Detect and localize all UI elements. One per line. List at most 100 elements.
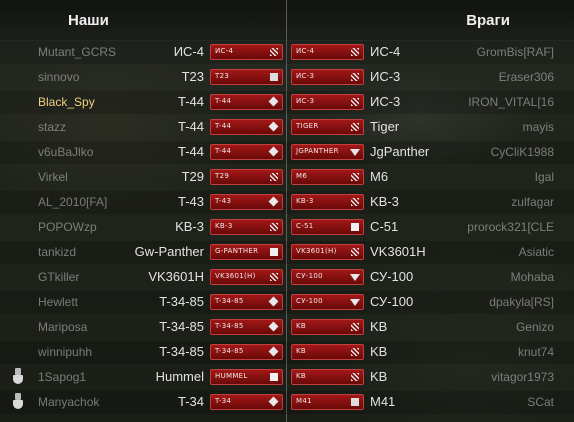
player-name[interactable]: Mohaba (511, 270, 554, 284)
player-name[interactable]: zulfagar (511, 195, 554, 209)
tank-badge-label: KB (296, 372, 306, 380)
roster-row: 1Sapog1 Hummel HUMMEL vitagor1973 KB KB (0, 365, 574, 390)
tank-badge-label: T-34-85 (215, 322, 244, 330)
td-icon (350, 299, 360, 306)
roster-row: sinnovo T23 T23 Eraser306 ИС-3 ИС-3 (0, 65, 574, 90)
player-name[interactable]: Manyachok (38, 395, 99, 409)
player-name[interactable]: IRON_VITAL[16 (468, 95, 554, 109)
tank-name: СУ-100 (370, 294, 414, 309)
tank-name: KB (370, 369, 388, 384)
heavy-tank-icon (270, 273, 278, 281)
roster-row: v6uBaJlko T-44 T-44 CyCliK1988 JgPanther JGPA… (0, 140, 574, 165)
tank-badge: СУ-100 (291, 269, 364, 285)
tank-badge: T-34 (210, 394, 283, 410)
player-name[interactable]: dpakyla[RS] (489, 295, 554, 309)
tank-badge-label: ИС-3 (296, 97, 315, 105)
light-tank-icon (351, 398, 359, 406)
tank-badge-label: СУ-100 (296, 297, 323, 305)
player-name[interactable]: knut74 (518, 345, 554, 359)
tank-name: ИС-3 (370, 94, 401, 109)
player-name[interactable]: Asiatic (519, 245, 554, 259)
medium-tank-icon (268, 121, 279, 132)
tank-name: JgPanther (370, 144, 430, 159)
tank-badge-label: HUMMEL (215, 372, 248, 380)
player-name[interactable]: sinnovo (38, 70, 79, 84)
player-name[interactable]: GTkiller (38, 270, 79, 284)
roster-row: Hewlett T-34-85 T-34-85 dpakyla[RS] СУ-100 СУ… (0, 290, 574, 315)
roster-row: winnipuhh T-34-85 T-34-85 knut74 KB KB (0, 340, 574, 365)
medal-bottom (13, 400, 23, 409)
tank-badge-label: TIGER (296, 122, 319, 130)
medium-tank-icon (268, 196, 279, 207)
medal-bottom (13, 375, 23, 384)
tank-badge-label: JGPANTHER (296, 147, 339, 155)
tank-name: ИС-4 (173, 44, 204, 59)
tank-badge: T-34-85 (210, 344, 283, 360)
medium-tank-icon (268, 146, 279, 157)
heavy-tank-icon (351, 173, 359, 181)
tank-badge-label: T-34-85 (215, 347, 244, 355)
tank-badge: T-43 (210, 194, 283, 210)
tank-badge-label: T23 (215, 72, 230, 80)
tank-badge: M41 (291, 394, 364, 410)
player-name[interactable]: AL_2010[FA] (38, 195, 107, 209)
tank-badge-label: M6 (296, 172, 308, 180)
tank-name: T-34-85 (159, 319, 204, 334)
tank-badge: JGPANTHER (291, 144, 364, 160)
heavy-tank-icon (270, 173, 278, 181)
tank-name: VK3601H (148, 269, 204, 284)
tank-badge-label: KB-3 (215, 222, 233, 230)
tank-badge-label: T-43 (215, 197, 232, 205)
heavy-tank-icon (351, 198, 359, 206)
roster-row: AL_2010[FA] T-43 T-43 zulfagar KB-3 KB-3 (0, 190, 574, 215)
tank-badge-label: СУ-100 (296, 272, 323, 280)
player-name[interactable]: Mutant_GCRS (38, 45, 116, 59)
tank-name: M6 (370, 169, 389, 184)
player-name[interactable]: Virkel (38, 170, 68, 184)
tank-name: Hummel (155, 369, 204, 384)
tank-badge: M6 (291, 169, 364, 185)
player-name[interactable]: POPOWzp (38, 220, 97, 234)
player-name[interactable]: tankizd (38, 245, 76, 259)
td-icon (350, 149, 360, 156)
player-name[interactable]: GromBis[RAF] (477, 45, 554, 59)
player-name[interactable]: 1Sapog1 (38, 370, 86, 384)
tank-badge-label: VK3601(H) (296, 247, 337, 255)
player-name[interactable]: SCat (527, 395, 554, 409)
player-name[interactable]: Black_Spy (38, 95, 95, 109)
spg-icon (351, 223, 359, 231)
tank-badge-label: T-44 (215, 97, 232, 105)
player-name[interactable]: Genizo (516, 320, 554, 334)
spg-icon (270, 248, 278, 256)
heavy-tank-icon (351, 248, 359, 256)
player-name[interactable]: vitagor1973 (491, 370, 554, 384)
roster-row: Mutant_GCRS ИС-4 ИС-4 GromBis[RAF] ИС-4 ИС-4 (0, 40, 574, 65)
player-name[interactable]: Mariposa (38, 320, 87, 334)
player-name[interactable]: Igal (535, 170, 554, 184)
tank-badge: VK3601(H) (210, 269, 283, 285)
team-header: Наши Враги (0, 0, 574, 40)
heavy-tank-icon (270, 223, 278, 231)
player-name[interactable]: CyCliK1988 (491, 145, 554, 159)
player-name[interactable]: prorock321[CLE (467, 220, 554, 234)
roster-row: Black_Spy T-44 T-44 IRON_VITAL[16 ИС-3 ИС-3 (0, 90, 574, 115)
enemies-title: Враги (466, 12, 510, 29)
tank-badge-label: KB (296, 347, 306, 355)
player-name[interactable]: winnipuhh (38, 345, 92, 359)
tank-badge: T23 (210, 69, 283, 85)
roster-row: Manyachok T-34 T-34 SCat M41 M41 (0, 390, 574, 415)
player-name[interactable]: v6uBaJlko (38, 145, 93, 159)
tank-badge-label: KB (296, 322, 306, 330)
tank-badge: KB (291, 344, 364, 360)
tank-name: T-44 (177, 119, 204, 134)
player-name[interactable]: Hewlett (38, 295, 78, 309)
tank-name: KB (370, 319, 388, 334)
player-name[interactable]: stazz (38, 120, 66, 134)
light-tank-icon (270, 73, 278, 81)
roster-row: tankizd Gw-Panther G-PANTHER Asiatic VK3601H… (0, 240, 574, 265)
player-name[interactable]: mayis (523, 120, 554, 134)
player-name[interactable]: Eraser306 (499, 70, 554, 84)
tank-badge-label: T-34-85 (215, 297, 244, 305)
medium-tank-icon (268, 321, 279, 332)
roster-row: Virkel T29 T29 Igal M6 M6 (0, 165, 574, 190)
